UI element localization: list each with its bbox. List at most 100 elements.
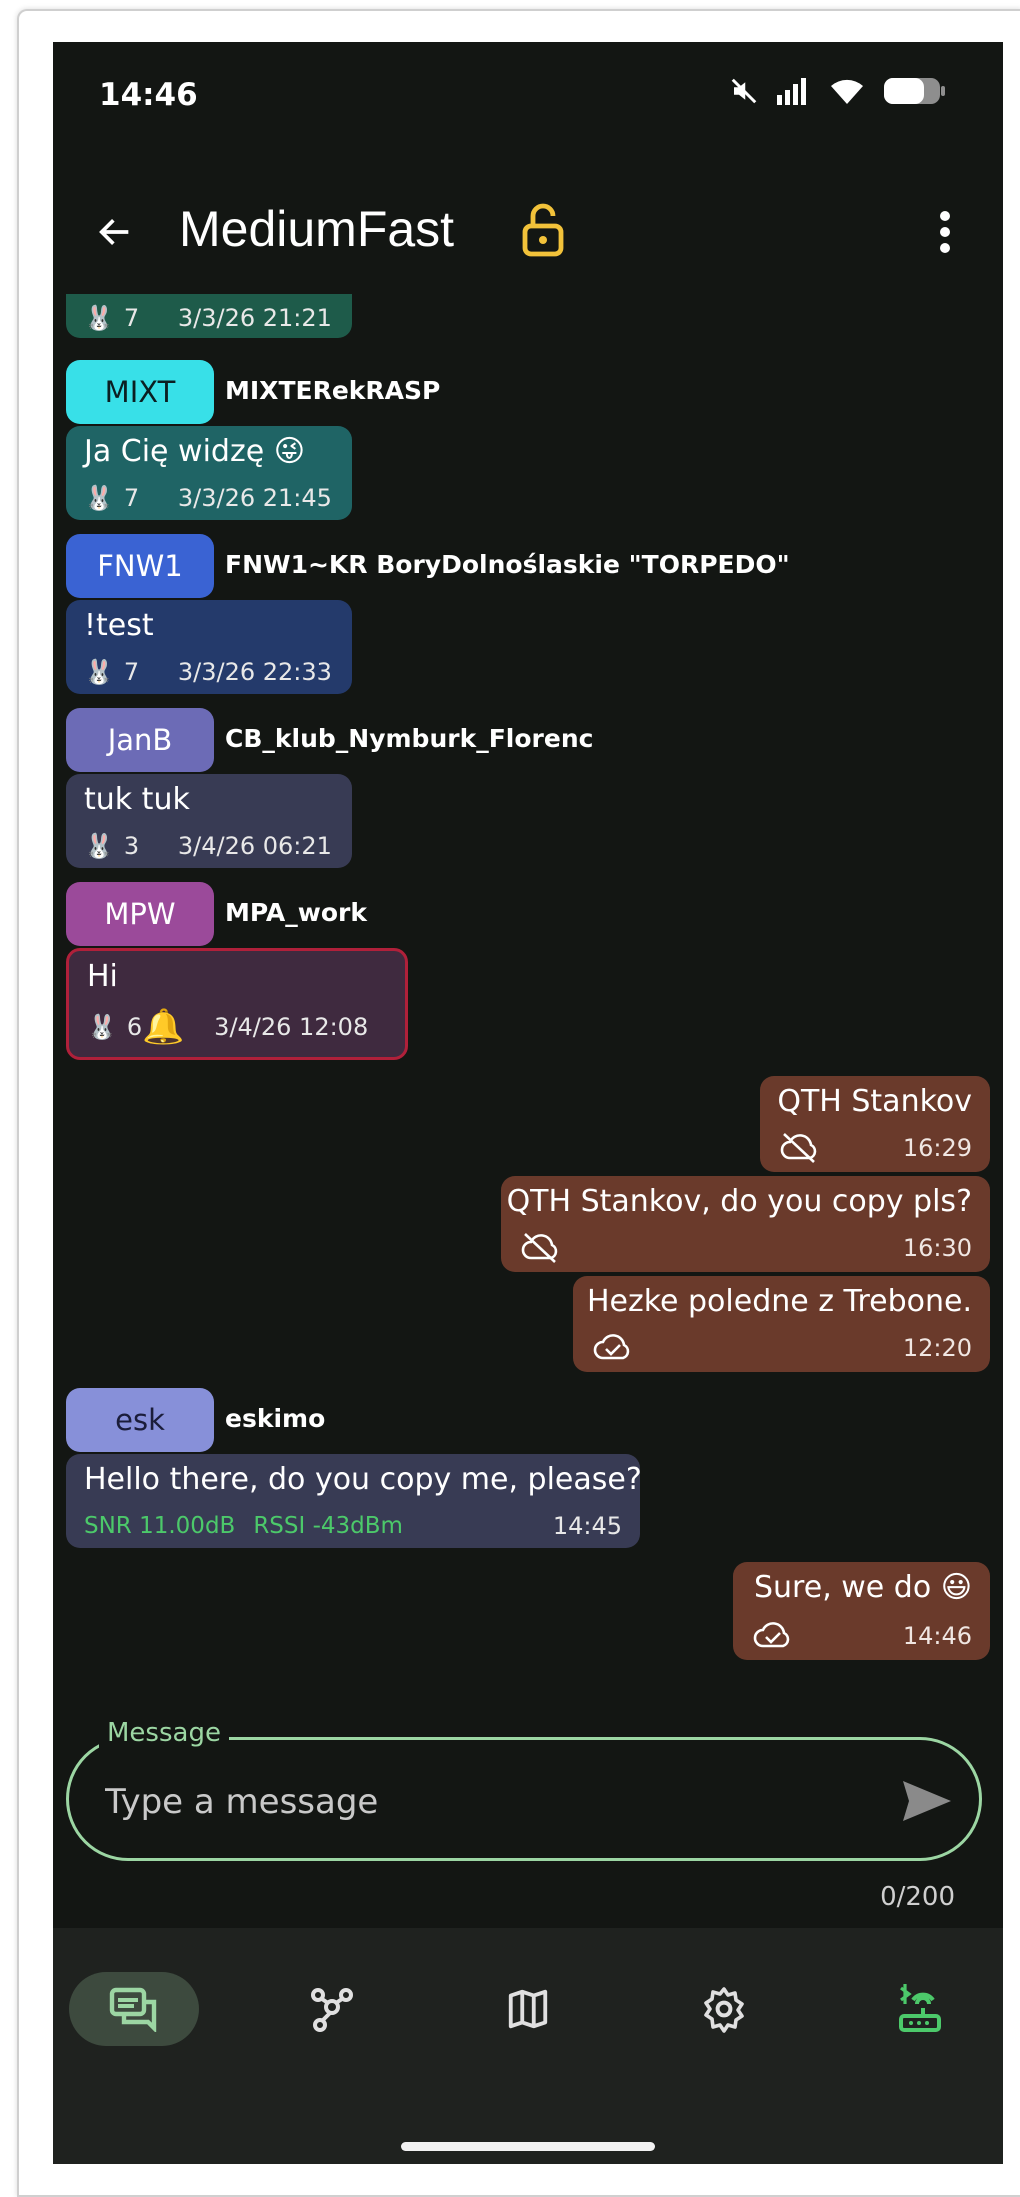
- message-text: !test: [84, 608, 154, 643]
- hops-icon: 🐰: [87, 1013, 117, 1041]
- message-bubble[interactable]: Hi 🐰 6 🔔 3/4/26 12:08: [66, 948, 408, 1060]
- message-text: Hi: [87, 959, 118, 994]
- hop-count: 3: [123, 832, 140, 860]
- hop-count: 6: [126, 1013, 143, 1041]
- channel-title: MediumFast: [179, 201, 455, 257]
- outgoing-message-bubble[interactable]: Sure, we do 😃 14:46: [733, 1562, 990, 1660]
- signal-icon: [777, 78, 806, 105]
- message-bubble[interactable]: Ja Cię widzę 😜 🐰 7 3/3/26 21:45: [66, 426, 352, 520]
- nav-connection[interactable]: [855, 1972, 985, 2046]
- message-meta: 🐰 3 3/4/26 06:21: [84, 832, 332, 860]
- send-button[interactable]: [897, 1776, 957, 1826]
- home-indicator[interactable]: [401, 2142, 655, 2151]
- message-time: 16:29: [902, 1134, 972, 1162]
- hops-icon: 🐰: [84, 484, 114, 512]
- message-time: 3/4/26 06:21: [177, 832, 332, 860]
- arrow-back-icon: [99, 219, 129, 245]
- hops-icon: 🐰: [84, 304, 114, 332]
- map-icon: [508, 1989, 548, 2029]
- status-icons: [729, 76, 947, 106]
- mute-icon: [731, 78, 757, 104]
- hops-icon: 🐰: [84, 658, 114, 686]
- avatar[interactable]: FNW1: [66, 534, 214, 598]
- cloud-off-icon: [521, 1233, 558, 1263]
- hops-icon: 🐰: [84, 832, 114, 860]
- message-meta: 🐰 6 🔔 3/4/26 12:08: [87, 1007, 368, 1047]
- status-bar: 14:46: [53, 42, 1003, 152]
- avatar[interactable]: JanB: [66, 708, 214, 772]
- avatar-label: FNW1: [97, 549, 183, 583]
- message-time: 3/3/26 21:21: [177, 304, 332, 332]
- avatar[interactable]: esk: [66, 1388, 214, 1452]
- nav-map[interactable]: [463, 1972, 593, 2046]
- avatar-label: esk: [115, 1403, 165, 1437]
- message-field-label: Message: [99, 1718, 229, 1748]
- message-meta: 🐰 7 3/3/26 21:45: [84, 484, 332, 512]
- message-text: Hezke poledne z Trebone.: [586, 1284, 972, 1319]
- settings-icon: [704, 1987, 744, 2033]
- message-text: Hello there, do you copy me, please?: [84, 1462, 642, 1497]
- nav-settings[interactable]: [659, 1972, 789, 2046]
- message-text: Sure, we do 😃: [754, 1570, 972, 1605]
- app-bar: MediumFast: [53, 182, 1003, 282]
- avatar-label: MPW: [104, 897, 176, 931]
- overflow-menu-button[interactable]: [915, 202, 975, 262]
- avatar-label: JanB: [107, 723, 173, 757]
- bottom-navigation: [53, 1928, 1003, 2164]
- avatar[interactable]: MIXT: [66, 360, 214, 424]
- lock-open-icon[interactable]: [519, 202, 567, 262]
- outgoing-message-bubble[interactable]: QTH Stankov 16:29: [760, 1076, 990, 1172]
- sender-name: CB_klub_Nymburk_Florenc: [225, 724, 594, 753]
- sender-name: MPA_work: [225, 898, 367, 927]
- status-time: 14:46: [99, 77, 198, 113]
- message-bubble[interactable]: Hello there, do you copy me, please? SNR…: [66, 1454, 642, 1548]
- message-time: 16:30: [902, 1234, 972, 1262]
- message-time: 14:46: [902, 1622, 972, 1650]
- outgoing-message-bubble[interactable]: QTH Stankov, do you copy pls? 16:30: [501, 1176, 990, 1272]
- bell-icon: 🔔: [142, 1007, 185, 1047]
- message-text: QTH Stankov: [777, 1084, 972, 1119]
- sender-name: eskimo: [225, 1404, 326, 1433]
- sender-name: MIXTERekRASP: [225, 376, 441, 405]
- avatar-label: MIXT: [104, 375, 176, 409]
- message-time: 14:45: [552, 1512, 622, 1540]
- message-text: QTH Stankov, do you copy pls?: [506, 1184, 972, 1219]
- rssi-value: RSSI -43dBm: [253, 1513, 403, 1539]
- message-bubble[interactable]: !test 🐰 7 3/3/26 22:33: [66, 600, 352, 694]
- nodes-icon: [311, 1988, 353, 2032]
- avatar[interactable]: MPW: [66, 882, 214, 946]
- message-list[interactable]: 🐰 7 3/3/26 21:21 MIXT MIXTERekRASP Ja Ci…: [53, 294, 1003, 1704]
- message-meta: 🐰 7 3/3/26 21:21: [84, 304, 332, 332]
- conversations-icon: [109, 1987, 157, 2032]
- phone-screen: 14:46 MediumFast 🐰 7 3/3/26 21:21 MIXT M…: [53, 42, 1003, 2164]
- message-time: 12:20: [902, 1334, 972, 1362]
- message-meta: SNR 11.00dB RSSI -43dBm 14:45: [84, 1512, 622, 1540]
- character-counter: 0/200: [880, 1882, 955, 1912]
- message-meta: 🐰 7 3/3/26 22:33: [84, 658, 332, 686]
- send-icon: [903, 1781, 951, 1821]
- more-vert-icon: [940, 211, 950, 253]
- outgoing-message-bubble[interactable]: Hezke poledne z Trebone. 12:20: [573, 1276, 990, 1372]
- hop-count: 7: [123, 484, 140, 512]
- message-composer[interactable]: Message: [66, 1718, 982, 1861]
- sender-name: FNW1~KR BoryDolnoślaskie "TORPEDO": [225, 550, 790, 579]
- battery-icon: [884, 78, 945, 104]
- message-input[interactable]: [103, 1776, 887, 1828]
- wifi-icon: [831, 79, 863, 104]
- message-time: 3/3/26 22:33: [177, 658, 332, 686]
- cloud-done-icon: [753, 1622, 790, 1648]
- message-text: Ja Cię widzę 😜: [84, 434, 305, 469]
- message-bubble[interactable]: 🐰 7 3/3/26 21:21: [66, 294, 352, 338]
- message-text: tuk tuk: [84, 782, 190, 817]
- nav-nodes[interactable]: [267, 1972, 397, 2046]
- nav-conversations[interactable]: [69, 1972, 199, 2046]
- back-button[interactable]: [85, 202, 145, 262]
- message-time: 3/4/26 12:08: [214, 1013, 369, 1041]
- hop-count: 7: [123, 304, 140, 332]
- cloud-off-icon: [780, 1133, 817, 1163]
- message-time: 3/3/26 21:45: [177, 484, 332, 512]
- bluetooth-router-icon: [899, 1984, 941, 2032]
- message-bubble[interactable]: tuk tuk 🐰 3 3/4/26 06:21: [66, 774, 352, 868]
- hop-count: 7: [123, 658, 140, 686]
- snr-value: SNR 11.00dB: [84, 1513, 236, 1539]
